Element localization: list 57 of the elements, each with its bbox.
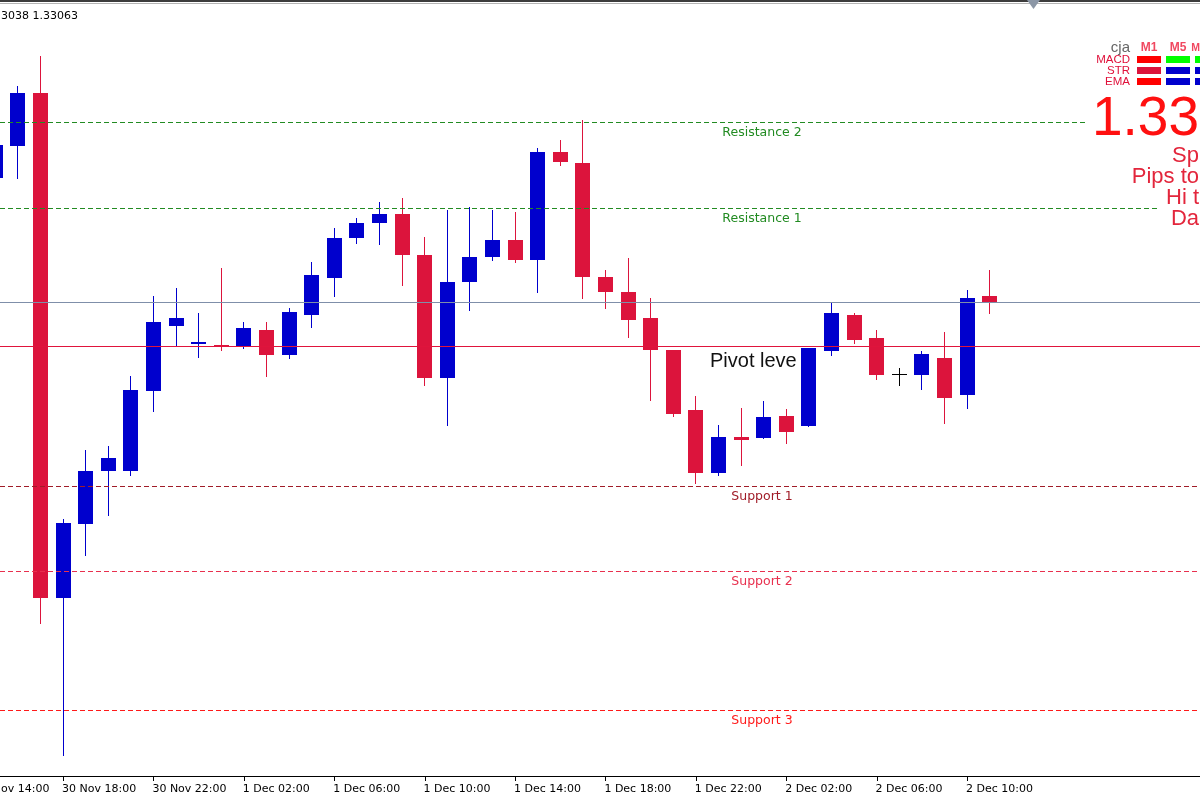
bearish-candle (869, 329, 884, 381)
level-label: Support 3 (731, 711, 793, 727)
axis-label: 2 Dec 02:00 (785, 782, 853, 795)
bullish-candle (349, 217, 364, 245)
indicator-label: MACD (1096, 54, 1131, 65)
indicator-label: EMA (1105, 76, 1131, 87)
bullish-candle (824, 302, 839, 357)
axis-label: ov 14:00 (1, 782, 50, 795)
bearish-candle (553, 139, 568, 167)
bearish-candle (598, 269, 613, 310)
level-label: Resistance 2 (722, 123, 802, 139)
bearish-candle (982, 269, 997, 315)
timeframe-label: M5 (1169, 40, 1187, 54)
level-label: Support 2 (731, 572, 793, 588)
indicator-label: STR (1107, 65, 1131, 76)
timeframe-label: M1 (1140, 40, 1158, 54)
bullish-candle (304, 261, 319, 329)
bullish-candle (169, 287, 184, 347)
level-label: Support 1 (731, 487, 793, 503)
axis-label: 1 Dec 06:00 (333, 782, 401, 795)
info-text: Hi t (1166, 186, 1199, 207)
axis-label: 30 Nov 18:00 (62, 782, 137, 795)
triangle-marker-icon (1027, 0, 1040, 9)
axis-label: 1 Dec 22:00 (694, 782, 762, 795)
timeframe-label: M (1191, 40, 1200, 54)
bullish-candle (236, 321, 251, 350)
axis-label: 2 Dec 10:00 (966, 782, 1033, 795)
info-text: Da (1170, 207, 1199, 228)
bearish-candle (779, 408, 794, 445)
bullish-candle (914, 350, 929, 391)
bearish-candle (734, 407, 749, 467)
axis-label: 30 Nov 22:00 (152, 782, 227, 795)
bullish-candle (756, 400, 771, 440)
price-readout: 3038 1.33063 (1, 9, 78, 22)
bullish-candle (0, 145, 3, 178)
bullish-candle (372, 201, 387, 246)
bullish-candle (101, 445, 116, 517)
bearish-candle (508, 211, 523, 264)
info-text: Sp (1172, 144, 1199, 165)
bearish-candle (847, 312, 862, 345)
level-label: Resistance 1 (722, 209, 802, 225)
bullish-candle (282, 307, 297, 360)
bearish-candle (666, 349, 681, 418)
bullish-candle (711, 424, 726, 477)
axis-label: 1 Dec 10:00 (423, 782, 491, 795)
axis-label: 1 Dec 18:00 (604, 782, 672, 795)
bearish-candle (259, 321, 274, 378)
doji-candle (891, 367, 908, 387)
axis-label: 1 Dec 02:00 (242, 782, 310, 795)
bullish-candle (327, 227, 342, 298)
axis-label: 2 Dec 06:00 (875, 782, 943, 795)
pivot-label: Pivot leve (710, 349, 797, 371)
axis-label: 1 Dec 14:00 (514, 782, 581, 795)
price-display: 1.33 (1091, 88, 1199, 144)
bullish-candle (191, 312, 206, 359)
bullish-candle (485, 209, 500, 262)
indicator-title: cja (1110, 40, 1131, 54)
